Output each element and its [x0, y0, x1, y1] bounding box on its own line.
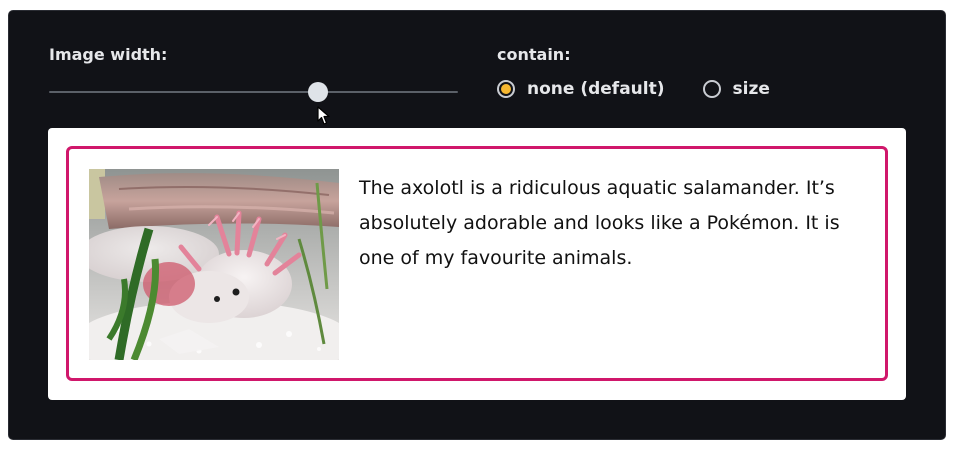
radio-label-none[interactable]: none (default)	[527, 79, 665, 99]
axolotl-photo	[89, 169, 339, 360]
arrow-cursor-icon	[317, 106, 330, 125]
radio-option-none[interactable]: none (default)	[497, 79, 665, 99]
slider-track[interactable]	[49, 91, 458, 93]
contain-label: contain:	[497, 45, 571, 64]
image-width-slider[interactable]	[49, 80, 458, 104]
radio-option-size[interactable]: size	[702, 79, 770, 99]
axolotl-description: The axolotl is a ridiculous aquatic sala…	[359, 177, 840, 269]
contain-radio-group: none (default) size	[497, 79, 808, 99]
slider-thumb[interactable]	[307, 82, 328, 102]
radio-selected-dot	[501, 84, 511, 94]
image-width-label: Image width:	[49, 45, 168, 64]
radio-button-size[interactable]	[702, 80, 721, 98]
preview-area: The axolotl is a ridiculous aquatic sala…	[48, 128, 906, 400]
demo-panel: Image width: contain: none (default) siz…	[9, 11, 945, 439]
radio-button-none[interactable]	[497, 80, 515, 98]
content-card: The axolotl is a ridiculous aquatic sala…	[66, 146, 888, 381]
radio-label-size[interactable]: size	[733, 79, 770, 99]
